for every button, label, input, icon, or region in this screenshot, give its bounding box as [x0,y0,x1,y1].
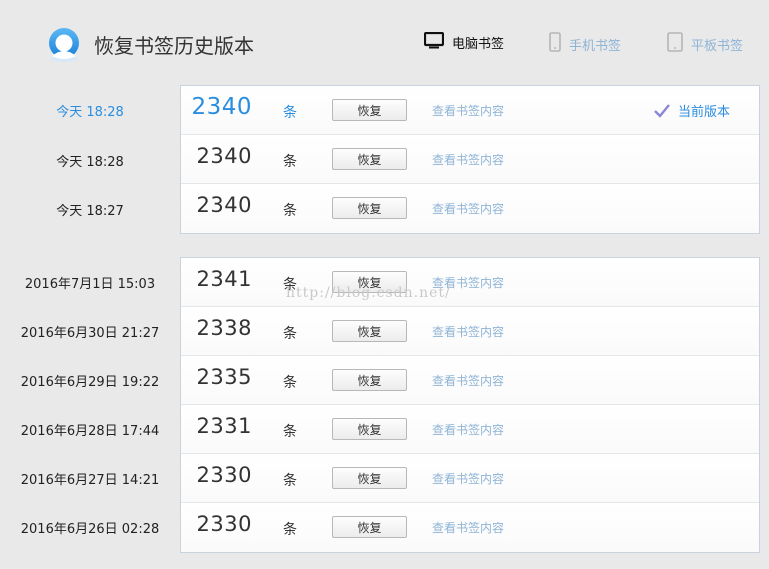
view-bookmarks-link[interactable]: 查看书签内容 [432,372,504,389]
restore-button[interactable]: 恢复 [332,320,407,342]
count-unit: 条 [283,203,297,219]
version-date: 2016年6月28日 17:44 [20,424,160,439]
restore-button[interactable]: 恢复 [332,197,407,219]
tab-label: 电脑书签 [452,37,505,52]
bookmark-count: 2340 [196,193,252,217]
view-bookmarks-link[interactable]: 查看书签内容 [432,421,504,438]
count-unit: 条 [283,522,297,538]
view-bookmarks-link[interactable]: 查看书签内容 [432,519,504,536]
version-row: 2338 条 恢复 查看书签内容 [181,307,759,356]
version-row: 2341 条 恢复 查看书签内容 [181,258,759,307]
tab-desktop-bookmarks[interactable]: 电脑书签 [423,31,505,53]
tab-label: 平板书签 [691,38,744,54]
restore-button[interactable]: 恢复 [332,418,407,440]
version-date: 今天 18:28 [56,155,124,170]
phone-icon [549,32,561,56]
version-date: 2016年6月27日 14:21 [20,473,160,488]
bookmark-count: 2340 [191,94,252,120]
older-versions-panel: 2341 条 恢复 查看书签内容 2338 条 恢复 查看书签内容 2335 条… [180,257,760,553]
view-bookmarks-link[interactable]: 查看书签内容 [432,323,504,340]
version-date: 2016年6月26日 02:28 [20,522,160,537]
watermark-text: http://blog.csdn.net/ [286,285,451,301]
restore-button[interactable]: 恢复 [332,148,407,170]
version-row: 2335 条 恢复 查看书签内容 [181,356,759,405]
current-version-label: 当前版本 [678,105,731,120]
restore-button[interactable]: 恢复 [332,369,407,391]
monitor-icon [423,31,445,53]
page-title: 恢复书签历史版本 [94,34,254,58]
count-unit: 条 [283,154,297,170]
version-row: 2340 条 恢复 查看书签内容 [181,184,759,233]
version-row: 2340 条 恢复 查看书签内容 [181,135,759,184]
recent-versions-panel: 2340 条 恢复 查看书签内容 当前版本 2340 条 恢复 查看书签内容 2… [180,85,760,234]
tab-phone-bookmarks[interactable]: 手机书签 [549,32,621,56]
count-unit: 条 [283,375,297,391]
bookmark-count: 2338 [196,316,252,340]
bookmark-count: 2340 [196,144,252,168]
version-row: 2330 条 恢复 查看书签内容 [181,503,759,552]
bookmark-count: 2335 [196,365,252,389]
version-date: 今天 18:28 [56,105,124,120]
count-unit: 条 [283,105,297,121]
app-logo-icon [46,26,82,62]
tab-label: 手机书签 [569,38,622,54]
restore-button[interactable]: 恢复 [332,516,407,538]
view-bookmarks-link[interactable]: 查看书签内容 [432,470,504,487]
version-row: 2330 条 恢复 查看书签内容 [181,454,759,503]
checkmark-icon [654,103,670,118]
bookmark-count: 2331 [196,414,252,438]
version-date: 2016年7月1日 15:03 [24,277,156,292]
current-version-indicator: 当前版本 [654,101,730,120]
count-unit: 条 [283,326,297,342]
view-bookmarks-link[interactable]: 查看书签内容 [432,200,504,217]
restore-button[interactable]: 恢复 [332,99,407,121]
view-bookmarks-link[interactable]: 查看书签内容 [432,102,504,119]
bookmark-count: 2330 [196,463,252,487]
version-row-current: 2340 条 恢复 查看书签内容 当前版本 [181,86,759,135]
tablet-icon [667,32,683,56]
header: 恢复书签历史版本 电脑书签 手机书签 平板书签 [0,0,769,84]
bookmark-count: 2341 [196,267,252,291]
count-unit: 条 [283,424,297,440]
version-row: 2331 条 恢复 查看书签内容 [181,405,759,454]
version-date: 2016年6月30日 21:27 [20,326,160,341]
restore-button[interactable]: 恢复 [332,467,407,489]
version-date: 2016年6月29日 19:22 [20,375,160,390]
version-date: 今天 18:27 [56,204,124,219]
count-unit: 条 [283,473,297,489]
bookmark-count: 2330 [196,512,252,536]
tab-tablet-bookmarks[interactable]: 平板书签 [667,32,743,56]
view-bookmarks-link[interactable]: 查看书签内容 [432,151,504,168]
